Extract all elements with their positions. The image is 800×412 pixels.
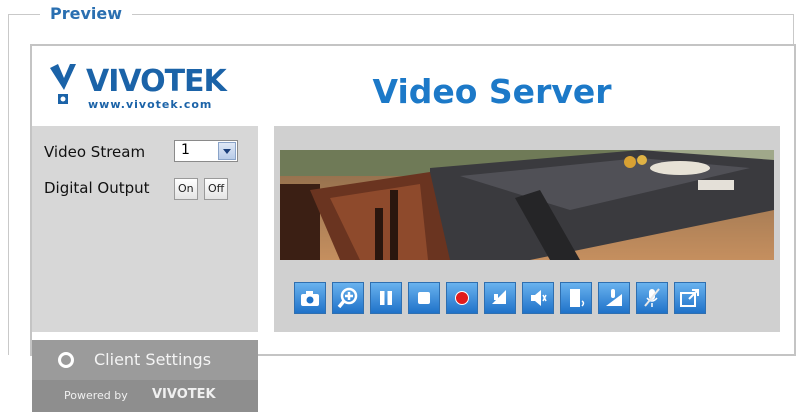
video-stream-value: 1 — [181, 142, 190, 158]
client-settings-link[interactable]: Client Settings — [32, 340, 258, 380]
page-title: Video Server — [372, 72, 612, 111]
logo-url-text: www.vivotek.com — [88, 98, 213, 111]
video-feed[interactable] — [280, 150, 774, 260]
talk-icon — [570, 289, 585, 307]
pause-icon — [380, 291, 392, 305]
camera-icon — [301, 291, 319, 306]
stop-icon — [418, 292, 430, 304]
video-viewer — [274, 126, 780, 332]
zoom-in-icon — [337, 287, 358, 309]
powered-by-text: Powered by — [64, 389, 128, 402]
mute-icon — [531, 290, 547, 306]
volume-button[interactable] — [484, 282, 516, 314]
talk-button[interactable] — [560, 282, 592, 314]
fullscreen-button[interactable] — [674, 282, 706, 314]
video-stream-select[interactable]: 1 — [174, 140, 238, 162]
logo-brand-text: VIVOTEK — [86, 64, 227, 99]
record-icon — [455, 291, 469, 305]
chevron-down-icon[interactable] — [218, 142, 236, 160]
mute-button[interactable] — [522, 282, 554, 314]
digital-output-label: Digital Output — [44, 179, 150, 197]
gear-icon — [58, 352, 74, 368]
microphone-mute-button[interactable] — [636, 282, 668, 314]
preview-legend: Preview — [40, 4, 133, 23]
microphone-volume-icon — [606, 289, 622, 306]
record-button[interactable] — [446, 282, 478, 314]
video-scene — [280, 150, 774, 260]
digital-zoom-button[interactable] — [332, 282, 364, 314]
client-settings-label: Client Settings — [94, 350, 212, 369]
pause-button[interactable] — [370, 282, 402, 314]
microphone-volume-button[interactable] — [598, 282, 630, 314]
digital-output-on-button[interactable]: On — [174, 178, 198, 200]
vivotek-logo: VIVOTEK www.vivotek.com — [46, 58, 246, 122]
fullscreen-icon — [680, 289, 699, 307]
powered-by-footer: Powered by VIVOTEK — [32, 380, 258, 412]
digital-output-off-button[interactable]: Off — [204, 178, 229, 200]
control-panel: Video Stream 1 Digital Output On Off Cli… — [32, 126, 258, 412]
video-stream-label: Video Stream — [44, 143, 146, 161]
powered-by-brand: VIVOTEK — [152, 387, 216, 402]
preview-frame: VIVOTEK www.vivotek.com Video Server Vid… — [30, 44, 796, 412]
stop-button[interactable] — [408, 282, 440, 314]
snapshot-button[interactable] — [294, 282, 326, 314]
logo-mark-icon — [50, 64, 76, 104]
microphone-mute-icon — [644, 288, 660, 307]
volume-icon — [492, 290, 506, 304]
